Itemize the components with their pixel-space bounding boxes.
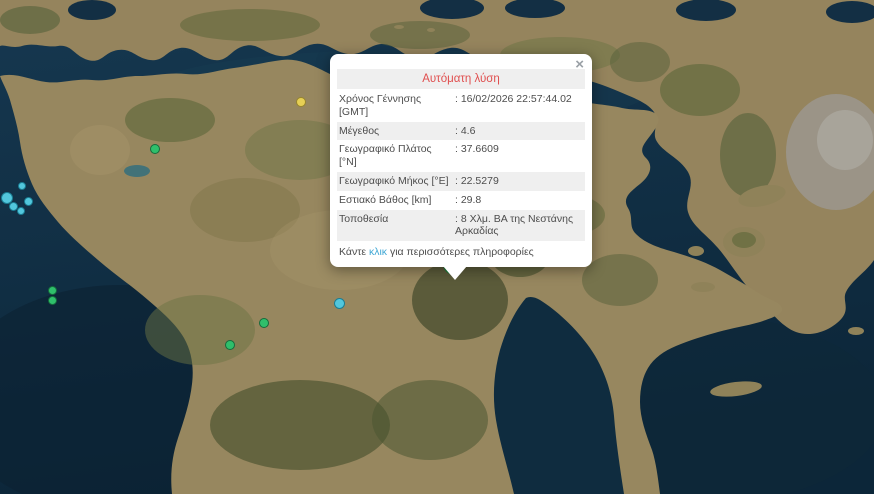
earthquake-marker[interactable] xyxy=(334,298,345,309)
popup-footer: Κάντε κλικ για περισσότερες πληροφορίες xyxy=(337,241,585,261)
earthquake-marker[interactable] xyxy=(150,144,160,154)
row-longitude: Γεωγραφικό Μήκος [°E] : 22.5279 xyxy=(337,172,585,191)
row-depth: Εστιακό Βάθος [km] : 29.8 xyxy=(337,191,585,210)
row-latitude: Γεωγραφικό Πλάτος [°N] : 37.6609 xyxy=(337,140,585,172)
popup-rows: Χρόνος Γέννησης [GMT] : 16/02/2026 22:57… xyxy=(337,90,585,241)
row-label: Μέγεθος xyxy=(339,125,455,138)
row-label: Γεωγραφικό Πλάτος [°N] xyxy=(339,143,455,169)
earthquake-marker[interactable] xyxy=(296,97,306,107)
row-label: Τοποθεσία xyxy=(339,213,455,239)
popup-tail xyxy=(443,266,467,280)
row-magnitude: Μέγεθος : 4.6 xyxy=(337,122,585,141)
row-label: Εστιακό Βάθος [km] xyxy=(339,194,455,207)
close-icon[interactable]: × xyxy=(573,55,586,74)
row-value: : 8 Χλμ. ΒΑ της Νεστάνης Αρκαδίας xyxy=(455,213,583,239)
row-label: Γεωγραφικό Μήκος [°E] xyxy=(339,175,455,188)
popup-title: Αυτόματη λύση xyxy=(337,69,585,89)
earthquake-marker[interactable] xyxy=(17,207,25,215)
row-value: : 29.8 xyxy=(455,194,583,207)
footer-text: Κάντε xyxy=(339,246,369,258)
earthquake-popup: × Αυτόματη λύση Χρόνος Γέννησης [GMT] : … xyxy=(330,54,592,267)
row-value: : 22.5279 xyxy=(455,175,583,188)
earthquake-marker[interactable] xyxy=(48,286,57,295)
earthquake-marker[interactable] xyxy=(225,340,235,350)
more-info-link[interactable]: κλικ xyxy=(369,246,387,258)
earthquake-marker[interactable] xyxy=(259,318,269,328)
earthquake-marker[interactable] xyxy=(48,296,57,305)
footer-text: για περισσότερες πληροφορίες xyxy=(387,246,534,258)
row-origin-time: Χρόνος Γέννησης [GMT] : 16/02/2026 22:57… xyxy=(337,90,585,122)
earthquake-marker[interactable] xyxy=(18,182,26,190)
row-value: : 37.6609 xyxy=(455,143,583,169)
map-viewport[interactable]: × Αυτόματη λύση Χρόνος Γέννησης [GMT] : … xyxy=(0,0,874,494)
row-label: Χρόνος Γέννησης [GMT] xyxy=(339,93,455,119)
earthquake-marker[interactable] xyxy=(24,197,33,206)
row-location: Τοποθεσία : 8 Χλμ. ΒΑ της Νεστάνης Αρκαδ… xyxy=(337,210,585,242)
row-value: : 4.6 xyxy=(455,125,583,138)
row-value: : 16/02/2026 22:57:44.02 xyxy=(455,93,583,119)
